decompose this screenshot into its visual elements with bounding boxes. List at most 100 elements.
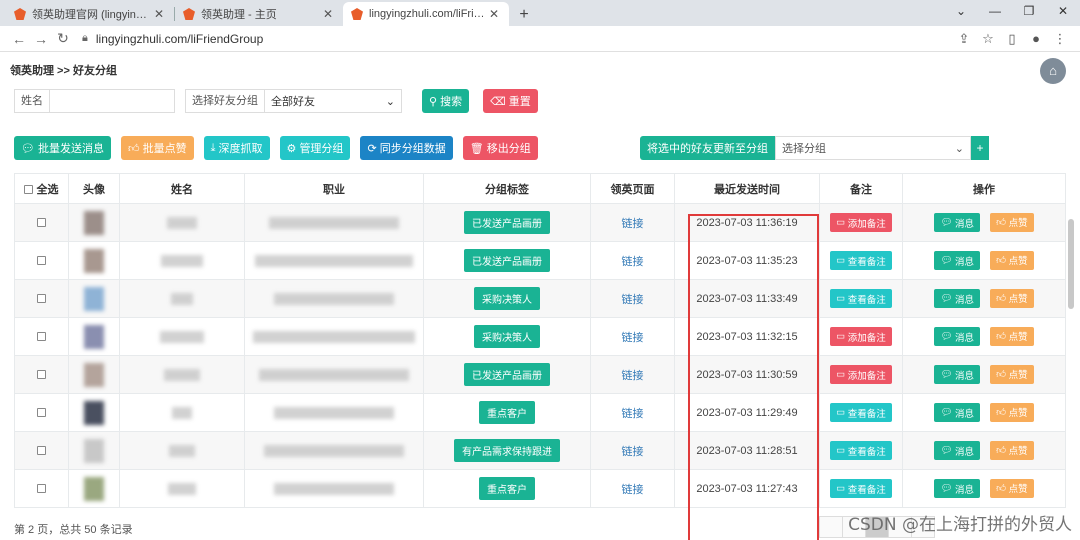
like-button[interactable]: 👍︎ 点赞 [990, 288, 1034, 308]
like-button[interactable]: 👍︎ 点赞 [990, 402, 1034, 422]
linkedin-link[interactable]: 链接 [622, 484, 644, 496]
linkedin-link[interactable]: 链接 [622, 294, 644, 306]
close-tab-icon[interactable]: ✕ [152, 7, 166, 21]
last-sent-cell: 2023-07-03 11:36:19 [674, 203, 820, 242]
bookmark-star-icon[interactable]: ☆ [976, 31, 1000, 47]
note-button[interactable]: ▭ 查看备注 [830, 251, 892, 270]
note-button[interactable]: ▭ 查看备注 [830, 403, 892, 422]
reset-button[interactable]: ⌫ 重置 [483, 89, 538, 113]
table-row[interactable]: 有产品需求保持跟进 链接 2023-07-03 11:28:51 ▭ 查看备注 💬︎ 消… [14, 431, 1066, 470]
menu-kebab-icon[interactable]: ⋮ [1048, 31, 1072, 47]
bulk-like-button[interactable]: 👍︎ 批量点赞 [121, 136, 194, 160]
row-select-cell[interactable] [14, 317, 69, 356]
choose-group-select[interactable]: 选择分组 ⌄ [775, 136, 971, 160]
linkedin-link[interactable]: 链接 [622, 446, 644, 458]
manage-group-button[interactable]: ⚙ 管理分组 [279, 136, 351, 160]
message-button[interactable]: 💬︎ 消息 [934, 251, 981, 271]
note-button[interactable]: ▭ 添加备注 [830, 365, 892, 384]
name-filter-input[interactable] [50, 90, 174, 112]
home-icon[interactable]: ⌂ [1040, 58, 1066, 84]
row-checkbox[interactable] [37, 218, 46, 228]
close-window-icon[interactable]: ✕ [1046, 0, 1080, 26]
message-label: 消息 [955, 484, 975, 496]
remove-group-button[interactable]: 🗑︎ 移出分组 [462, 136, 538, 160]
row-checkbox[interactable] [37, 332, 46, 342]
table-row[interactable]: 重点客户 链接 2023-07-03 11:29:49 ▭ 查看备注 💬︎ 消息 👍︎ 点… [14, 393, 1066, 432]
page-button[interactable] [819, 516, 843, 538]
like-button[interactable]: 👍︎ 点赞 [990, 440, 1034, 460]
sync-group-button[interactable]: ⟳ 同步分组数据 [360, 136, 453, 160]
back-icon[interactable]: ← [8, 31, 30, 47]
note-label: 添加备注 [847, 218, 886, 230]
linkedin-link[interactable]: 链接 [622, 370, 644, 382]
table-row[interactable]: 已发送产品画册 链接 2023-07-03 11:35:23 ▭ 查看备注 💬︎ 消息 👍… [14, 241, 1066, 280]
note-button[interactable]: ▭ 添加备注 [830, 213, 892, 232]
deep-fetch-button[interactable]: ⤓ 深度抓取 [203, 136, 270, 160]
note-button[interactable]: ▭ 添加备注 [830, 327, 892, 346]
profile-icon[interactable]: ● [1024, 31, 1048, 46]
group-filter-select[interactable]: 全部好友 ⌄ [265, 90, 401, 112]
message-button[interactable]: 💬︎ 消息 [934, 327, 981, 347]
table-row[interactable]: 已发送产品画册 链接 2023-07-03 11:36:19 ▭ 添加备注 💬︎ 消息 👍… [14, 203, 1066, 242]
bulk-message-button[interactable]: 💬︎ 批量发送消息 [14, 136, 112, 160]
row-select-cell[interactable] [14, 431, 69, 470]
like-button[interactable]: 👍︎ 点赞 [990, 250, 1034, 270]
new-tab-icon[interactable]: + [513, 4, 535, 26]
lock-icon[interactable]: 🔒︎ [82, 32, 88, 45]
row-select-cell[interactable] [14, 203, 69, 242]
row-checkbox[interactable] [37, 294, 46, 304]
restore-icon[interactable]: ❐ [1012, 0, 1046, 26]
select-all-header[interactable]: 全选 [14, 173, 69, 204]
table-row[interactable]: 采购决策人 链接 2023-07-03 11:32:15 ▭ 添加备注 💬︎ 消息 👍︎ … [14, 317, 1066, 356]
close-tab-icon[interactable]: ✕ [321, 7, 335, 21]
row-checkbox[interactable] [37, 484, 46, 494]
tab-search-icon[interactable]: ⌄ [944, 0, 978, 26]
minimize-icon[interactable]: — [978, 0, 1012, 26]
search-button[interactable]: ⚲ 搜索 [422, 89, 470, 113]
like-button[interactable]: 👍︎ 点赞 [990, 212, 1034, 232]
linkedin-link[interactable]: 链接 [622, 256, 644, 268]
row-checkbox[interactable] [37, 446, 46, 456]
note-button[interactable]: ▭ 查看备注 [830, 479, 892, 498]
table-row[interactable]: 已发送产品画册 链接 2023-07-03 11:30:59 ▭ 添加备注 💬︎ 消息 👍… [14, 355, 1066, 394]
message-button[interactable]: 💬︎ 消息 [934, 403, 981, 423]
update-selected-button[interactable]: 将选中的好友更新至分组 [640, 136, 775, 160]
message-button[interactable]: 💬︎ 消息 [934, 365, 981, 385]
url-field[interactable]: 🔒︎ lingyingzhuli.com/liFriendGroup [82, 29, 952, 49]
like-button[interactable]: 👍︎ 点赞 [990, 478, 1034, 498]
job-cell [244, 469, 424, 508]
table-row[interactable]: 采购决策人 链接 2023-07-03 11:33:49 ▭ 查看备注 💬︎ 消息 👍︎ … [14, 279, 1066, 318]
message-button[interactable]: 💬︎ 消息 [934, 213, 981, 233]
row-select-cell[interactable] [14, 393, 69, 432]
browser-tab-3-active[interactable]: lingyingzhuli.com/liFriendGro ✕ [343, 2, 509, 26]
message-button[interactable]: 💬︎ 消息 [934, 441, 981, 461]
like-button[interactable]: 👍︎ 点赞 [990, 364, 1034, 384]
note-button[interactable]: ▭ 查看备注 [830, 289, 892, 308]
row-select-cell[interactable] [14, 469, 69, 508]
message-button[interactable]: 💬︎ 消息 [934, 479, 981, 499]
forward-icon[interactable]: → [30, 31, 52, 47]
scrollbar[interactable] [1068, 219, 1074, 309]
reload-icon[interactable]: ↻ [52, 30, 74, 47]
message-button[interactable]: 💬︎ 消息 [934, 289, 981, 309]
row-select-cell[interactable] [14, 355, 69, 394]
browser-tab-2[interactable]: 领英助理 - 主页 ✕ [175, 2, 343, 26]
row-checkbox[interactable] [37, 408, 46, 418]
table-row[interactable]: 重点客户 链接 2023-07-03 11:27:43 ▭ 查看备注 💬︎ 消息 👍︎ 点… [14, 469, 1066, 508]
sidepanel-icon[interactable]: ▯ [1000, 31, 1024, 47]
note-label: 查看备注 [847, 256, 886, 268]
linkedin-link[interactable]: 链接 [622, 218, 644, 230]
row-select-cell[interactable] [14, 241, 69, 280]
linkedin-link[interactable]: 链接 [622, 408, 644, 420]
select-all-checkbox[interactable] [24, 185, 34, 195]
like-button[interactable]: 👍︎ 点赞 [990, 326, 1034, 346]
add-group-button[interactable]: + [971, 136, 989, 160]
share-icon[interactable]: ⇪ [952, 31, 976, 47]
close-tab-icon[interactable]: ✕ [487, 7, 501, 21]
row-select-cell[interactable] [14, 279, 69, 318]
row-checkbox[interactable] [37, 256, 46, 266]
browser-tab-1[interactable]: 领英助理官网 (lingyingzhuli.co ✕ [6, 2, 174, 26]
note-button[interactable]: ▭ 查看备注 [830, 441, 892, 460]
row-checkbox[interactable] [37, 370, 46, 380]
linkedin-link[interactable]: 链接 [622, 332, 644, 344]
